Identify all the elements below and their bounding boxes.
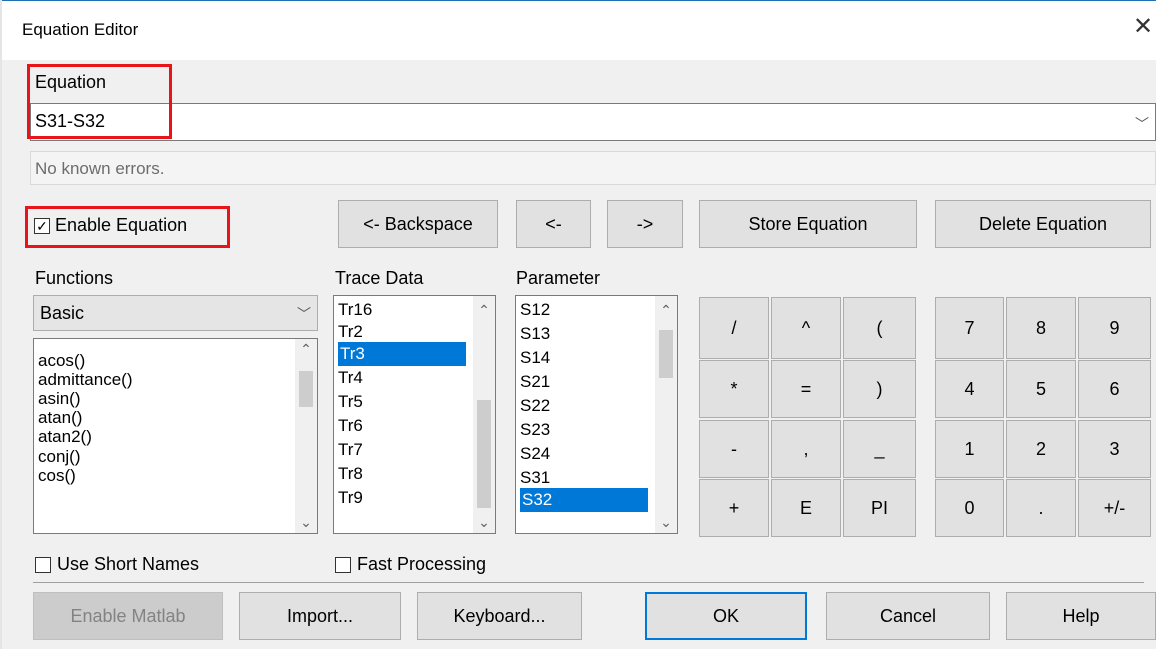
keypad-button[interactable]: 1 xyxy=(935,420,1004,478)
functions-category-select[interactable]: Basic ﹀ xyxy=(33,295,318,331)
keypad-button[interactable]: 5 xyxy=(1006,360,1076,418)
enable-highlight-box xyxy=(25,206,230,248)
import-button[interactable]: Import... xyxy=(239,592,401,640)
operator-button[interactable]: E xyxy=(771,479,841,537)
list-item-selected[interactable]: Tr3 xyxy=(338,342,466,366)
keypad-button[interactable]: 8 xyxy=(1006,297,1076,359)
scroll-thumb[interactable] xyxy=(659,330,673,378)
chevron-down-icon[interactable]: ﹀ xyxy=(297,304,311,324)
chevron-down-icon[interactable]: ﹀ xyxy=(1135,114,1149,134)
scroll-thumb[interactable] xyxy=(299,371,313,407)
list-item[interactable]: Tr2 xyxy=(338,320,363,344)
list-item[interactable]: Tr5 xyxy=(338,390,363,414)
cursor-left-button[interactable]: <- xyxy=(516,200,591,248)
list-item[interactable]: Tr8 xyxy=(338,462,363,486)
list-item[interactable]: Tr6 xyxy=(338,414,363,438)
trace-data-label: Trace Data xyxy=(335,268,424,288)
status-text: No known errors. xyxy=(35,159,165,178)
close-icon[interactable]: ✕ xyxy=(1130,12,1156,41)
list-item[interactable]: cos() xyxy=(38,464,76,488)
keypad-button[interactable]: +/- xyxy=(1078,479,1151,537)
keypad-button[interactable]: . xyxy=(1006,479,1076,537)
keyboard-button[interactable]: Keyboard... xyxy=(417,592,582,640)
list-item[interactable]: S12 xyxy=(520,298,550,322)
functions-category-value: Basic xyxy=(40,302,85,323)
list-item[interactable]: S14 xyxy=(520,346,550,370)
operator-button[interactable]: = xyxy=(771,360,841,418)
list-item[interactable]: Tr9 xyxy=(338,486,363,510)
delete-equation-button[interactable]: Delete Equation xyxy=(935,200,1151,248)
status-field: No known errors. xyxy=(30,151,1156,185)
list-item-selected[interactable]: S32 xyxy=(520,488,648,512)
backspace-button[interactable]: <- Backspace xyxy=(338,200,498,248)
use-short-names-checkbox[interactable]: Use Short Names xyxy=(35,554,199,575)
chevron-up-icon[interactable]: ⌃ xyxy=(473,302,495,319)
trace-data-scrollbar[interactable]: ⌃ ⌄ xyxy=(473,296,495,533)
keypad-button[interactable]: 7 xyxy=(935,297,1004,359)
divider xyxy=(33,582,1144,583)
parameter-label: Parameter xyxy=(516,268,601,288)
operator-button[interactable]: ) xyxy=(843,360,916,418)
functions-list[interactable]: acos() admittance() asin() atan() atan2(… xyxy=(33,338,318,534)
chevron-down-icon[interactable]: ⌄ xyxy=(295,514,317,531)
list-item[interactable]: Tr16 xyxy=(338,298,372,322)
use-short-names-label: Use Short Names xyxy=(57,554,200,574)
operator-button[interactable]: * xyxy=(699,360,769,418)
operator-button[interactable]: ( xyxy=(843,297,916,359)
list-item[interactable]: S21 xyxy=(520,370,550,394)
store-equation-button[interactable]: Store Equation xyxy=(699,200,917,248)
keypad-button[interactable]: 0 xyxy=(935,479,1004,537)
equation-highlight-box xyxy=(27,64,172,139)
list-item[interactable]: Tr7 xyxy=(338,438,363,462)
trace-data-list[interactable]: Tr16 Tr2 Tr3 Tr4 Tr5 Tr6 Tr7 Tr8 Tr9 ⌃ ⌄ xyxy=(333,295,496,534)
list-item[interactable]: S31 xyxy=(520,466,550,490)
operator-button[interactable]: + xyxy=(699,479,769,537)
operator-button[interactable]: ^ xyxy=(771,297,841,359)
keypad-button[interactable]: 4 xyxy=(935,360,1004,418)
parameter-scrollbar[interactable]: ⌃ ⌄ xyxy=(655,296,677,533)
functions-label: Functions xyxy=(35,268,114,288)
checkbox-box[interactable] xyxy=(35,556,51,573)
help-button[interactable]: Help xyxy=(1006,592,1156,640)
functions-scrollbar[interactable]: ⌃ ⌄ xyxy=(295,339,317,533)
checkbox-box[interactable] xyxy=(335,556,351,573)
keypad-button[interactable]: 3 xyxy=(1078,420,1151,478)
window-title: Equation Editor xyxy=(22,20,139,39)
fast-processing-checkbox[interactable]: Fast Processing xyxy=(335,554,486,575)
chevron-up-icon[interactable]: ⌃ xyxy=(295,341,317,358)
window-left-border xyxy=(0,0,2,649)
list-item[interactable]: S24 xyxy=(520,442,550,466)
cursor-right-button[interactable]: -> xyxy=(607,200,683,248)
parameter-list[interactable]: S12 S13 S14 S21 S22 S23 S24 S31 S32 ⌃ ⌄ xyxy=(515,295,678,534)
chevron-up-icon[interactable]: ⌃ xyxy=(655,302,677,319)
equation-combobox[interactable]: S31-S32 ﹀ xyxy=(30,103,1156,141)
operator-button[interactable]: _ xyxy=(843,420,916,478)
list-item[interactable]: S23 xyxy=(520,418,550,442)
enable-matlab-button[interactable]: Enable Matlab xyxy=(33,592,223,640)
keypad-button[interactable]: 6 xyxy=(1078,360,1151,418)
cancel-button[interactable]: Cancel xyxy=(826,592,990,640)
keypad-button[interactable]: 2 xyxy=(1006,420,1076,478)
scroll-thumb[interactable] xyxy=(477,400,491,508)
ok-button[interactable]: OK xyxy=(645,592,807,640)
chevron-down-icon[interactable]: ⌄ xyxy=(655,514,677,531)
operator-button[interactable]: PI xyxy=(843,479,916,537)
list-item[interactable]: Tr4 xyxy=(338,366,363,390)
operator-button[interactable]: , xyxy=(771,420,841,478)
operator-button[interactable]: - xyxy=(699,420,769,478)
keypad-button[interactable]: 9 xyxy=(1078,297,1151,359)
list-item[interactable]: S22 xyxy=(520,394,550,418)
chevron-down-icon[interactable]: ⌄ xyxy=(473,514,495,531)
title-bar xyxy=(0,0,1156,60)
operator-button[interactable]: / xyxy=(699,297,769,359)
fast-processing-label: Fast Processing xyxy=(357,554,487,574)
list-item[interactable]: S13 xyxy=(520,322,550,346)
